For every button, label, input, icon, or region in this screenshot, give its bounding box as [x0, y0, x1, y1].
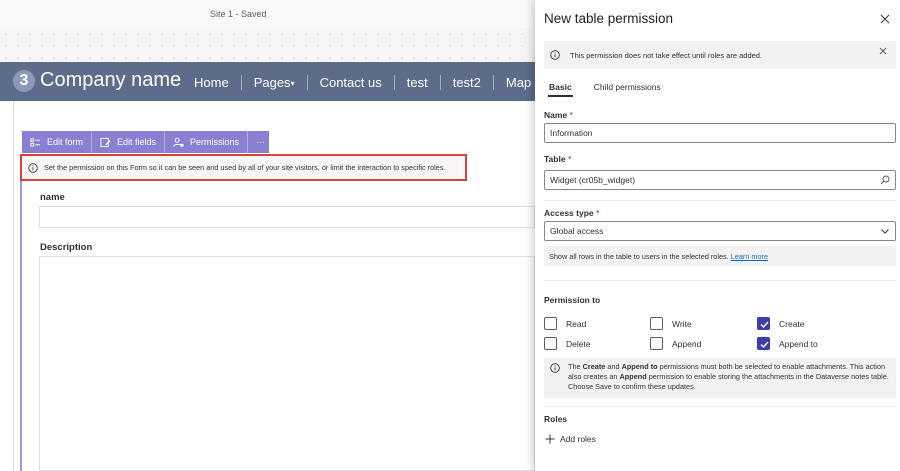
- note-text: The: [568, 362, 583, 371]
- create-checkbox-row[interactable]: Create: [757, 317, 805, 330]
- append-to-label: Append to: [779, 338, 818, 349]
- read-checkbox[interactable]: [544, 317, 557, 330]
- create-checkbox[interactable]: [757, 317, 770, 330]
- roles-label: Roles: [544, 414, 568, 424]
- checkmark-icon: [760, 341, 769, 349]
- required-mark: *: [596, 208, 600, 218]
- append-checkbox-row[interactable]: Append: [650, 337, 701, 350]
- permission-notice-text: Set the permission on this Form so it ca…: [44, 163, 446, 172]
- site-save-status: Site 1 - Saved: [210, 9, 267, 19]
- nav-item-home[interactable]: Home: [182, 74, 242, 90]
- access-type-value: Global access: [550, 226, 604, 236]
- add-roles-label: Add roles: [560, 434, 596, 444]
- panel-tabs: Basic Child permissions: [544, 80, 666, 98]
- chevron-down-icon: ▾: [290, 78, 295, 88]
- checkmark-icon: [760, 321, 769, 329]
- description-field-label: Description: [40, 242, 93, 253]
- name-field-input[interactable]: [39, 206, 535, 228]
- plus-icon: [545, 434, 555, 444]
- divider: [544, 280, 896, 281]
- info-icon: [550, 363, 560, 373]
- permissions-button[interactable]: Permissions: [165, 131, 249, 153]
- required-mark: *: [569, 110, 573, 120]
- ellipsis-icon: ···: [256, 137, 266, 147]
- access-type-description: Show all rows in the table to users in t…: [544, 246, 896, 266]
- name-field-label: name: [40, 192, 65, 203]
- note-bold-append-to: Append to: [621, 362, 658, 371]
- company-name[interactable]: Company name: [40, 69, 181, 92]
- form-icon: [30, 137, 41, 147]
- divider: [544, 406, 896, 407]
- name-label: Name *: [544, 110, 573, 120]
- roles-message-bar: This permission does not take effect unt…: [544, 41, 896, 69]
- chevron-down-icon: [881, 229, 889, 234]
- panel-title: New table permission: [544, 11, 674, 26]
- learn-more-link[interactable]: Learn more: [731, 252, 768, 261]
- table-label: Table *: [544, 154, 571, 164]
- user-lock-icon: [173, 137, 184, 147]
- note-text: and: [605, 362, 622, 371]
- name-label-text: Name: [544, 110, 568, 120]
- delete-label: Delete: [566, 338, 591, 349]
- access-type-label-text: Access type: [544, 208, 594, 218]
- edit-form-button[interactable]: Edit form: [22, 131, 93, 153]
- close-icon[interactable]: [880, 14, 890, 24]
- form-selection-border: [20, 181, 22, 471]
- required-mark: *: [567, 154, 572, 164]
- logo-badge: 3: [13, 70, 35, 92]
- nav-item-pages-label: Pages: [253, 74, 291, 90]
- page-guide-line: [13, 101, 14, 471]
- nav-item-test2[interactable]: test2: [441, 74, 494, 90]
- table-input-value: Widget (cr05b_widget): [550, 175, 636, 185]
- note-bold-create: Create: [582, 362, 606, 371]
- access-note-text: Show all rows in the table to users in t…: [549, 252, 729, 261]
- append-label: Append: [672, 338, 702, 349]
- attachments-note-text: The Create and Append to permissions mus…: [568, 362, 890, 398]
- create-label: Create: [779, 318, 805, 329]
- edit-fields-icon: [100, 137, 111, 147]
- permission-notice: Set the permission on this Form so it ca…: [20, 154, 467, 181]
- attachments-note: The Create and Append to permissions mus…: [544, 358, 896, 398]
- delete-checkbox-row[interactable]: Delete: [544, 337, 591, 350]
- dismiss-icon[interactable]: [879, 47, 887, 55]
- name-input[interactable]: Information: [544, 123, 896, 143]
- edit-form-label: Edit form: [47, 137, 84, 147]
- permission-to-label: Permission to: [544, 295, 601, 305]
- access-type-label: Access type *: [544, 208, 599, 218]
- read-label: Read: [566, 318, 587, 329]
- append-to-checkbox-row[interactable]: Append to: [757, 337, 818, 350]
- info-icon: [28, 162, 38, 173]
- nav-item-pages[interactable]: Pages▾: [242, 74, 308, 90]
- permissions-label: Permissions: [190, 137, 240, 147]
- roles-message-text: This permission does not take effect unt…: [570, 50, 763, 60]
- table-lookup-input[interactable]: Widget (cr05b_widget): [544, 170, 896, 190]
- description-field-input[interactable]: [39, 256, 535, 471]
- write-checkbox-row[interactable]: Write: [650, 317, 692, 330]
- write-label: Write: [672, 318, 692, 329]
- nav-item-contact-us[interactable]: Contact us: [308, 74, 395, 90]
- table-label-text: Table: [544, 154, 566, 164]
- delete-checkbox[interactable]: [544, 337, 557, 350]
- edit-fields-label: Edit fields: [117, 137, 157, 147]
- search-icon[interactable]: [880, 175, 890, 185]
- tab-basic[interactable]: Basic: [544, 80, 577, 97]
- site-nav: Home Pages▾ Contact us test test2 Map: [182, 73, 543, 91]
- append-to-checkbox[interactable]: [757, 337, 770, 350]
- read-checkbox-row[interactable]: Read: [544, 317, 586, 330]
- nav-item-test[interactable]: test: [395, 74, 441, 90]
- info-icon: [550, 50, 560, 60]
- table-permission-panel: New table permission This permission doe…: [535, 0, 900, 471]
- access-type-dropdown[interactable]: Global access: [544, 221, 896, 241]
- tab-child-permissions[interactable]: Child permissions: [589, 80, 666, 97]
- more-options-button[interactable]: ···: [248, 131, 273, 153]
- write-checkbox[interactable]: [650, 317, 663, 330]
- form-toolbar: Edit form Edit fields Permissions ···: [22, 131, 269, 153]
- name-input-value: Information: [550, 128, 593, 138]
- note-bold-append: Append: [619, 372, 647, 381]
- divider: [544, 200, 896, 201]
- append-checkbox[interactable]: [650, 337, 663, 350]
- add-roles-button[interactable]: Add roles: [545, 434, 596, 444]
- edit-fields-button[interactable]: Edit fields: [92, 131, 166, 153]
